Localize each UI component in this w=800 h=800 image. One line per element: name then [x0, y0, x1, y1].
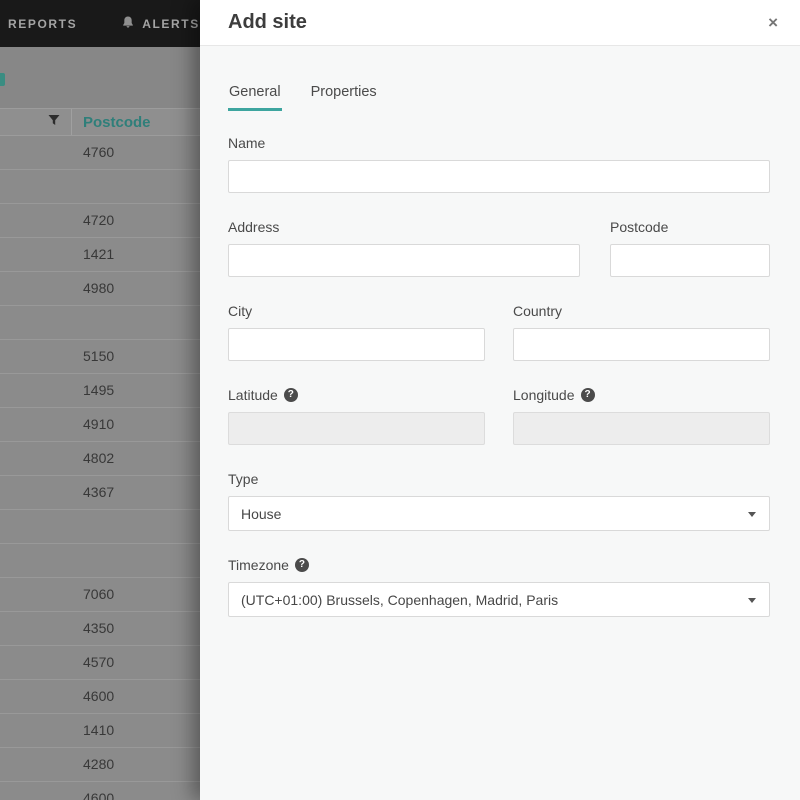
filter-icon[interactable] [48, 113, 60, 131]
screen: REPORTS ALERTS Postcode 4760 4720 1421 4… [0, 0, 800, 800]
name-field: Name [228, 135, 770, 193]
timezone-label: Timezone [228, 557, 289, 573]
address-field: Address [228, 219, 580, 277]
close-icon[interactable]: × [760, 10, 786, 35]
city-country-row: City Country [228, 303, 770, 387]
type-field: Type House [228, 471, 770, 531]
help-icon[interactable]: ? [294, 558, 309, 572]
address-postcode-row: Address Postcode [228, 219, 770, 303]
city-label: City [228, 303, 253, 319]
table-header-prev-column [0, 109, 72, 135]
nav-item-reports[interactable]: REPORTS [8, 17, 77, 31]
timezone-field: Timezone ? (UTC+01:00) Brussels, Copenha… [228, 557, 770, 617]
general-tab-content: Name Address Postcode City Country Latit… [200, 114, 800, 617]
country-label: Country [513, 303, 563, 319]
city-input[interactable] [228, 328, 485, 361]
city-field: City [228, 303, 485, 361]
longitude-field: Longitude ? [513, 387, 770, 445]
nav-reports-label: REPORTS [8, 16, 78, 31]
bell-icon [121, 15, 135, 33]
clipped-toolbar-icon [0, 73, 5, 86]
postcode-label: Postcode [610, 219, 669, 235]
dropdown-arrow-icon [748, 597, 756, 603]
address-input[interactable] [228, 244, 580, 277]
country-input[interactable] [513, 328, 770, 361]
tab-general[interactable]: General [228, 84, 282, 111]
longitude-input [513, 412, 770, 445]
latitude-longitude-row: Latitude ? Longitude ? [228, 387, 770, 471]
postcode-field: Postcode [610, 219, 770, 277]
type-select[interactable]: House [228, 496, 770, 531]
name-label: Name [228, 135, 266, 151]
nav-alerts-label: ALERTS [142, 16, 200, 31]
postcode-input[interactable] [610, 244, 770, 277]
modal-header: Add site × [200, 0, 800, 46]
help-icon[interactable]: ? [580, 388, 595, 402]
timezone-select[interactable]: (UTC+01:00) Brussels, Copenhagen, Madrid… [228, 582, 770, 617]
add-site-panel: Add site × General Properties Name Addre… [200, 0, 800, 800]
nav-item-alerts[interactable]: ALERTS [121, 15, 200, 33]
modal-title: Add site [228, 11, 307, 33]
tab-properties[interactable]: Properties [310, 84, 378, 111]
help-icon[interactable]: ? [283, 388, 298, 402]
dropdown-arrow-icon [748, 511, 756, 517]
type-select-value: House [241, 505, 282, 522]
address-label: Address [228, 219, 280, 235]
latitude-label: Latitude [228, 387, 278, 403]
type-label: Type [228, 471, 259, 487]
latitude-input [228, 412, 485, 445]
timezone-select-value: (UTC+01:00) Brussels, Copenhagen, Madrid… [241, 591, 559, 608]
name-input[interactable] [228, 160, 770, 193]
longitude-label: Longitude [513, 387, 575, 403]
country-field: Country [513, 303, 770, 361]
tab-bar: General Properties [200, 46, 800, 114]
latitude-field: Latitude ? [228, 387, 485, 445]
